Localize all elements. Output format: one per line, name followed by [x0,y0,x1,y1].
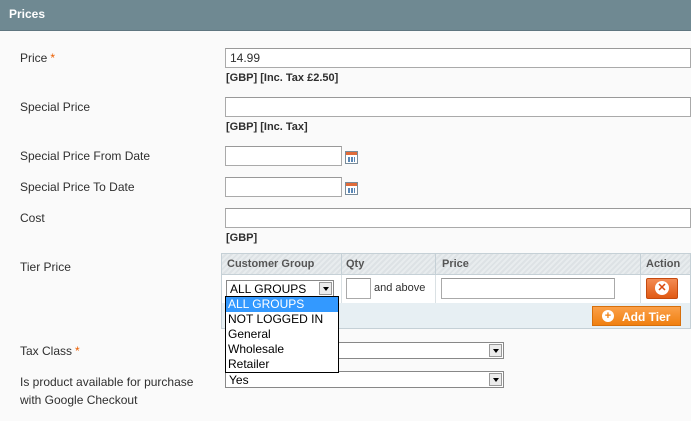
column-divider [640,275,641,303]
option-retailer[interactable]: Retailer [226,357,338,372]
tier-price-input[interactable] [441,278,615,299]
price-label: Price * [20,51,56,65]
column-divider [435,275,436,303]
option-all-groups[interactable]: ALL GROUPS [226,297,338,312]
tier-table-header: Customer Group Qty Price Action [222,254,690,275]
special-from-input[interactable] [225,146,342,166]
qty-input[interactable] [346,278,371,299]
special-to-input[interactable] [225,177,342,197]
required-marker: * [75,344,80,358]
customer-group-value: ALL GROUPS [230,282,307,296]
option-wholesale[interactable]: Wholesale [226,342,338,357]
price-input[interactable]: 14.99 [225,48,691,68]
chevron-down-icon[interactable] [489,373,502,386]
plus-icon: + [602,310,614,322]
price-note: [GBP] [Inc. Tax £2.50] [226,72,339,84]
add-tier-button[interactable]: + Add Tier [592,306,681,326]
calendar-icon[interactable] [345,182,358,195]
header-qty: Qty [346,258,365,270]
tier-price-label: Tier Price [20,260,71,274]
special-from-label: Special Price From Date [20,149,151,163]
cost-note: [GBP] [226,232,258,244]
special-price-label: Special Price [20,100,91,114]
special-to-label: Special Price To Date [20,180,135,194]
special-price-input[interactable] [225,97,691,117]
chevron-down-icon[interactable] [489,344,502,357]
chevron-down-icon[interactable] [319,282,332,295]
calendar-icon[interactable] [345,151,358,164]
option-general[interactable]: General [226,327,338,342]
customer-group-select[interactable]: ALL GROUPS [226,280,334,297]
tax-class-label: Tax Class * [20,344,80,358]
header-customer-group: Customer Group [227,258,315,270]
required-marker: * [50,51,56,65]
option-not-logged-in[interactable]: NOT LOGGED IN [226,312,338,327]
add-tier-label: Add Tier [622,310,671,324]
cost-input[interactable] [225,208,691,228]
google-checkout-label: Is product available for purchase with G… [20,375,194,407]
column-divider [341,254,342,275]
header-action: Action [646,258,681,270]
column-divider [640,254,641,275]
cost-label: Cost [20,211,45,225]
column-divider [341,275,342,303]
section-header: Prices [0,0,691,31]
google-checkout-select[interactable]: Yes [225,371,504,388]
special-price-note: [GBP] [Inc. Tax] [226,121,308,133]
column-divider [435,254,436,275]
header-price: Price [442,258,469,270]
delete-icon: ✕ [655,281,669,295]
customer-group-options: ALL GROUPS NOT LOGGED IN General Wholesa… [225,296,339,373]
qty-suffix: and above [374,282,426,294]
section-title: Prices [9,7,46,21]
delete-tier-button[interactable]: ✕ [646,278,678,299]
google-checkout-value: Yes [229,373,249,387]
